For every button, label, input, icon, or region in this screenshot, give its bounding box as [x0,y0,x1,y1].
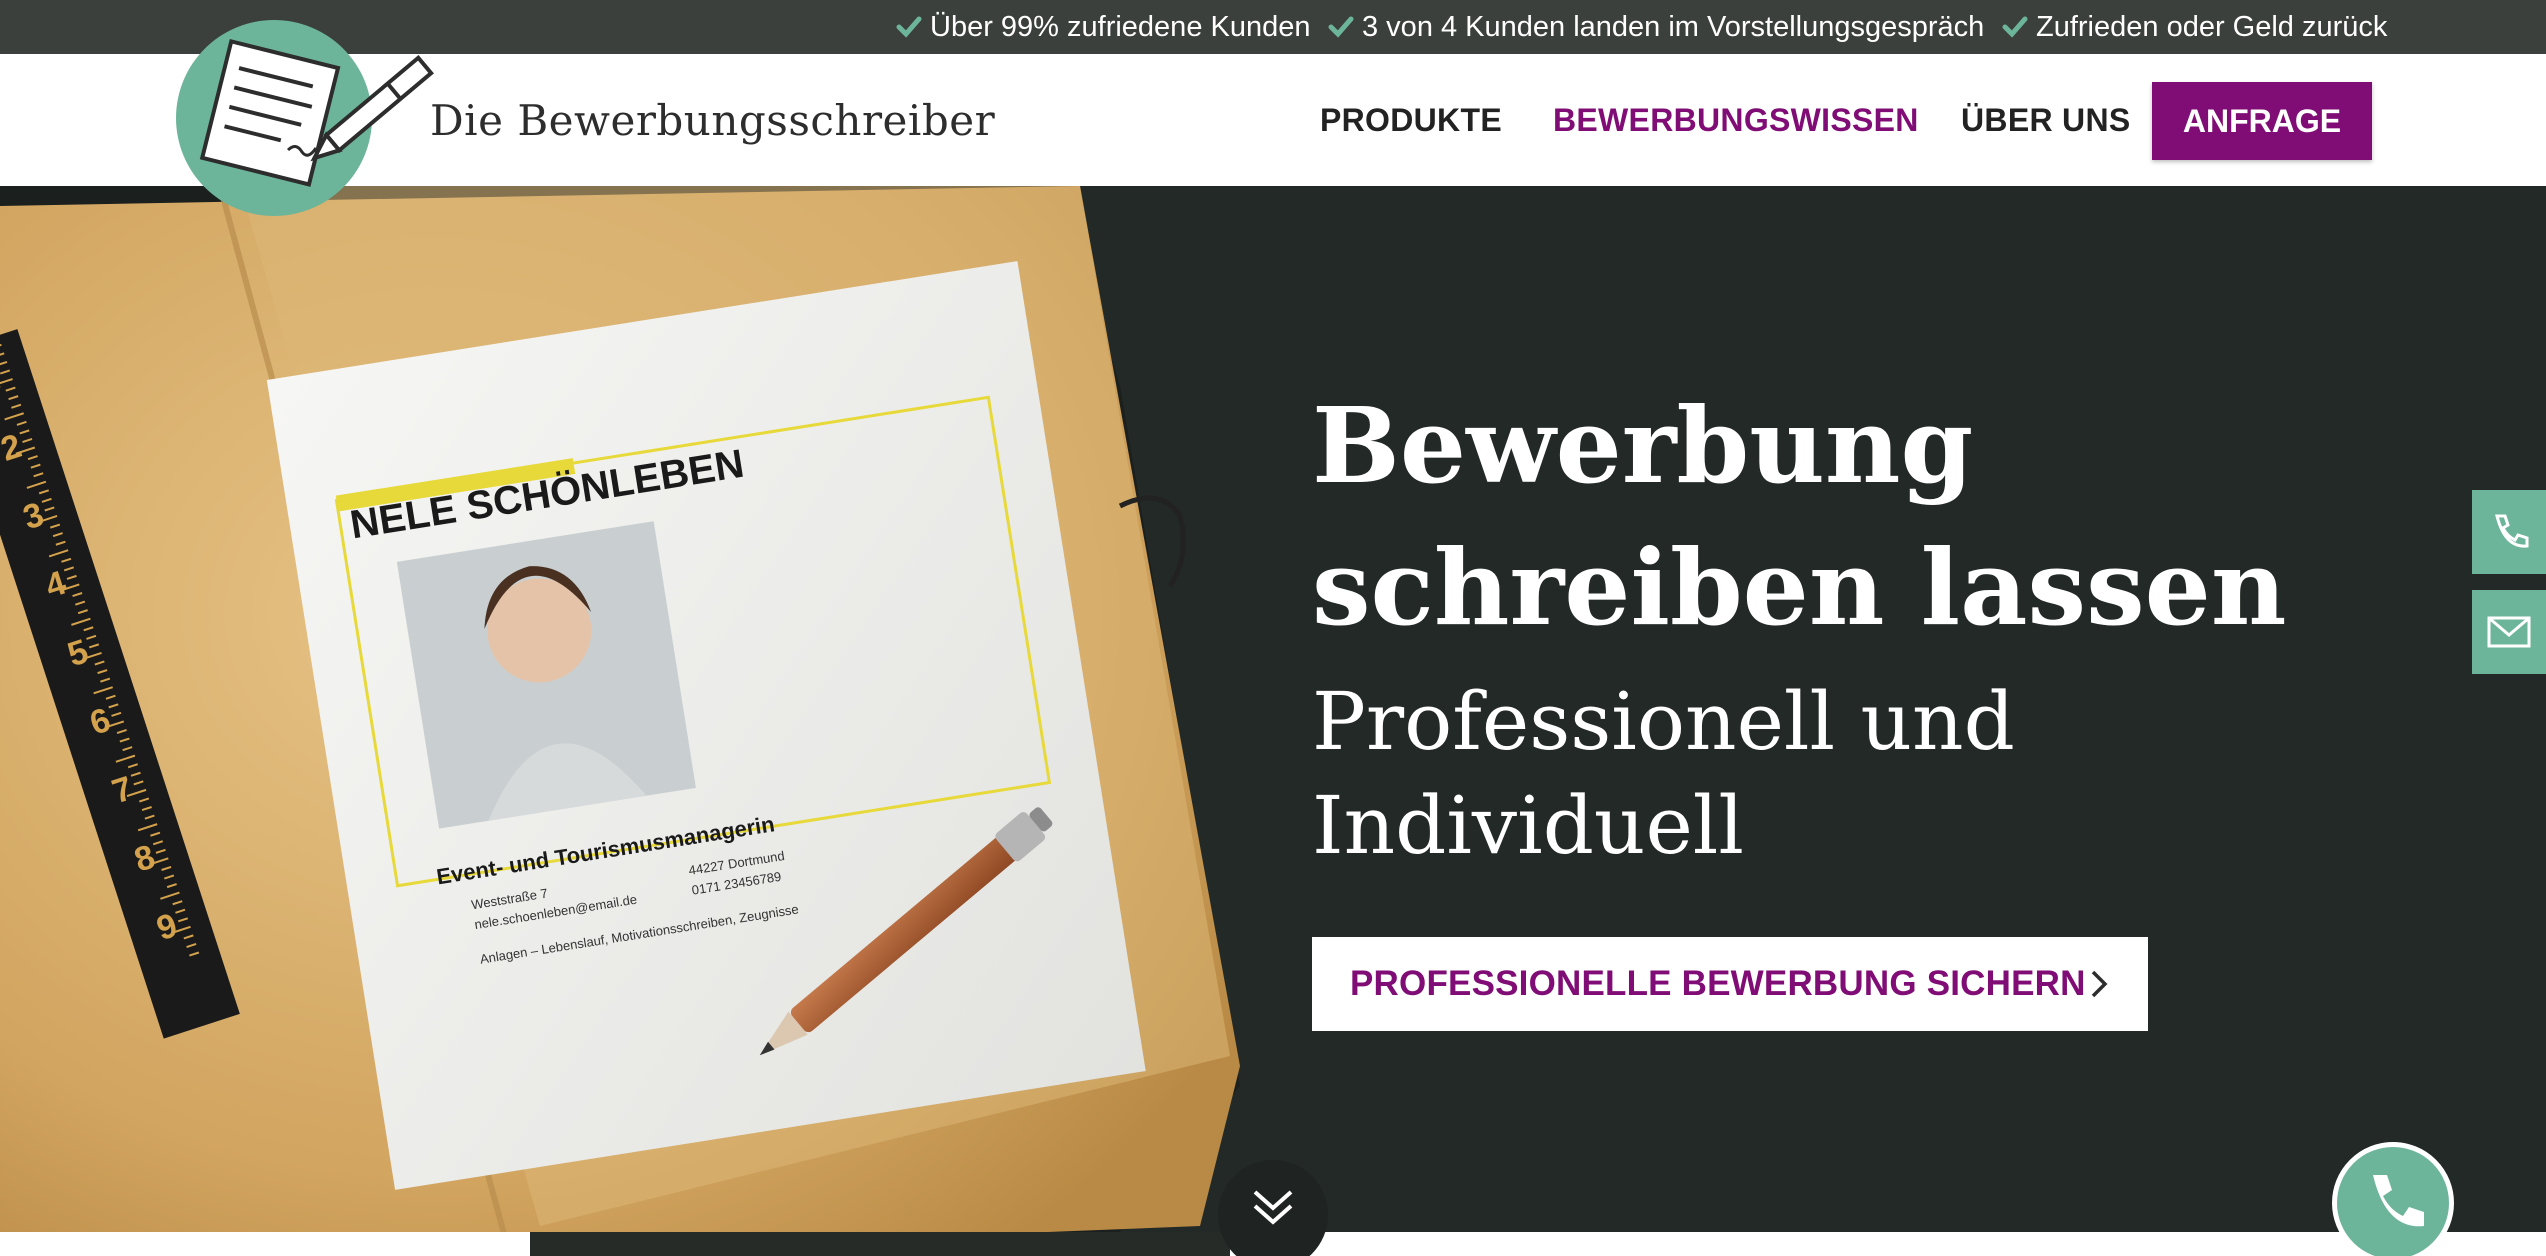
anfrage-button[interactable]: ANFRAGE [2152,82,2372,160]
cta-label: PROFESSIONELLE BEWERBUNG SICHERN [1350,964,2086,1003]
hero-subtitle: Professionell und Individuell [1312,675,2015,872]
chevron-right-icon [2091,970,2108,998]
check-icon [2002,16,2028,38]
cta-button[interactable]: PROFESSIONELLE BEWERBUNG SICHERN [1312,937,2148,1031]
trust-item-label: Über 99% zufriedene Kunden [930,10,1311,43]
trust-item-guarantee: Zufrieden oder Geld zurück [2002,0,2387,54]
check-icon [896,16,922,38]
trust-item-interviews: 3 von 4 Kunden landen im Vorstellungsges… [1328,0,1984,54]
nav-bewerbungswissen[interactable]: BEWERBUNGSWISSEN [1553,54,1919,186]
hero-image: 123456789 NELE SCHÖNLEBEN Event- und Tou… [0,186,1240,1256]
trust-item-label: Zufrieden oder Geld zurück [2036,10,2388,43]
pen-icon [286,55,434,162]
hero-title: Bewerbung schreiben lassen [1312,384,2287,649]
brand-name[interactable]: Die Bewerbungsschreiber [430,54,995,186]
trust-item-label: 3 von 4 Kunden landen im Vorstellungsges… [1362,10,1985,43]
double-chevron-down-icon [1253,1190,1293,1225]
nav-ueber-uns[interactable]: ÜBER UNS [1961,54,2131,186]
phone-icon [2373,1175,2424,1227]
check-icon [1328,16,1354,38]
call-button[interactable] [2332,1142,2454,1256]
next-section-shadow [530,1232,1230,1256]
trust-item-satisfaction: Über 99% zufriedene Kunden [896,0,1310,54]
nav-produkte[interactable]: PRODUKTE [1320,54,1502,186]
